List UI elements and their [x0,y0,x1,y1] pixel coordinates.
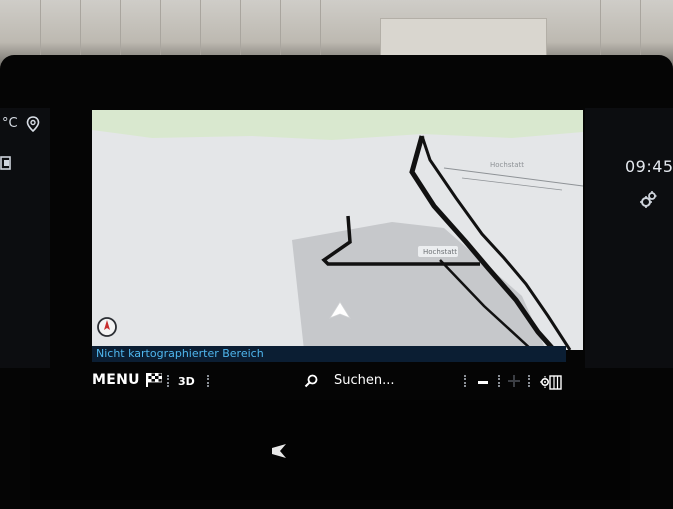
map-canvas[interactable]: Hochstatt Hochstatt [92,110,583,350]
search-icon[interactable] [304,374,318,388]
clock: 09:45 [625,157,673,176]
location-pin-icon[interactable] [26,116,40,132]
place-label-far: Hochstatt [490,161,524,169]
compass-icon[interactable] [97,317,117,337]
map-green-area [92,110,583,140]
view-3d-button[interactable]: 3D [178,375,195,388]
screen-reflection [272,444,286,458]
minor-street [443,167,583,187]
destination-flag-icon[interactable] [146,373,162,387]
right-panel [585,108,673,368]
toolbar-separator [528,375,532,387]
navigation-toolbar: MENU 3D Suchen... [92,369,577,395]
temperature-readout: °C [2,116,18,131]
navigation-map[interactable]: Hochstatt Hochstatt [92,110,583,350]
map-status-message: Nicht kartographierter Bereich [92,346,566,362]
map-tools-icon[interactable] [540,373,562,391]
toolbar-separator [498,375,502,387]
zoom-out-button[interactable] [478,381,488,384]
settings-gear-icon[interactable] [638,190,658,210]
place-label-near: Hochstatt [423,248,457,256]
toolbar-separator [167,375,171,387]
toolbar-separator [464,375,468,387]
unmapped-area [292,222,546,350]
lower-bezel [30,400,630,500]
menu-button[interactable]: MENU [92,372,140,388]
toolbar-separator [207,375,211,387]
zoom-in-button[interactable] [508,375,520,387]
search-button[interactable]: Suchen... [334,373,395,388]
left-panel [0,108,50,368]
side-panel-icon[interactable] [0,155,12,171]
minor-street [461,177,563,191]
